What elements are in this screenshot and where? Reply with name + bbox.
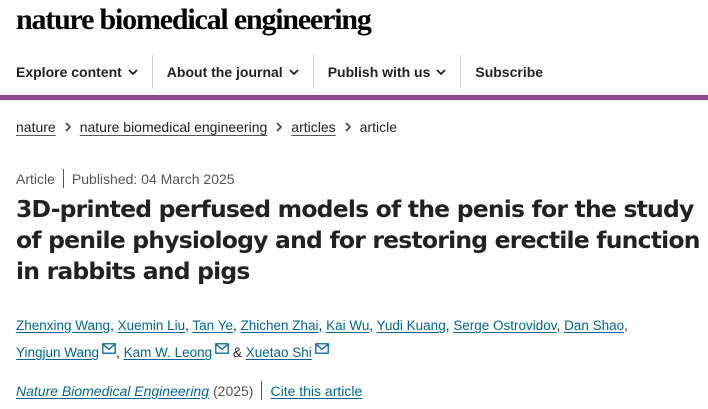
author-link[interactable]: Zhichen Zhai — [241, 318, 319, 333]
chevron-right-icon — [276, 122, 283, 132]
nav-explore-content[interactable]: Explore content — [16, 50, 138, 94]
author-separator: , — [556, 318, 561, 333]
chevron-down-icon — [128, 69, 138, 76]
publication-year: (2025) — [213, 382, 254, 399]
author-link[interactable]: Xuetao Shi — [246, 345, 312, 360]
author-entry: Yudi Kuang, — [377, 318, 450, 333]
author-entry: Xuemin Liu, — [118, 318, 189, 333]
nav-explore-content-label: Explore content — [16, 64, 122, 80]
author-entry: Kam W. Leong — [124, 343, 230, 360]
author-separator: , — [185, 318, 189, 333]
header-accent-bar — [0, 95, 708, 100]
mail-icon[interactable] — [102, 343, 116, 354]
author-separator: , — [116, 345, 120, 360]
breadcrumb-current: article — [359, 119, 397, 135]
author-link[interactable]: Zhenxing Wang — [16, 318, 110, 333]
published-date: Published: 04 March 2025 — [71, 170, 235, 187]
breadcrumb-articles[interactable]: articles — [291, 119, 335, 135]
article-meta: Article Published: 04 March 2025 — [16, 169, 235, 188]
author-entry: Tan Ye, — [192, 318, 236, 333]
author-link[interactable]: Kai Wu — [326, 318, 369, 333]
nav-divider — [151, 55, 153, 89]
author-link[interactable]: Kam W. Leong — [124, 345, 213, 360]
citation-divider — [261, 381, 263, 400]
author-joiner: & — [232, 345, 242, 360]
nav-about-the-journal-label: About the journal — [166, 64, 283, 80]
mail-icon[interactable] — [215, 343, 230, 354]
article-type: Article — [16, 170, 55, 187]
author-entry: Zhenxing Wang, — [16, 318, 114, 333]
journal-name-link[interactable]: Nature Biomedical Engineering — [16, 383, 209, 399]
author-separator: , — [232, 318, 237, 333]
citation-line: Nature Biomedical Engineering (2025) Cit… — [16, 381, 362, 400]
nav-publish-with-us[interactable]: Publish with us — [328, 50, 447, 94]
nav-divider — [312, 55, 314, 89]
chevron-right-icon — [345, 122, 351, 132]
author-separator: , — [445, 318, 450, 333]
author-link[interactable]: Dan Shao — [564, 318, 624, 333]
subscribe-link[interactable]: Subscribe — [475, 50, 543, 94]
breadcrumb-journal[interactable]: nature biomedical engineering — [80, 119, 268, 135]
author-link[interactable]: Yingjun Wang — [16, 345, 99, 360]
author-separator: , — [318, 318, 323, 333]
author-separator: , — [369, 318, 374, 333]
author-link[interactable]: Tan Ye — [192, 318, 233, 333]
author-entry: Zhichen Zhai, — [241, 318, 323, 333]
author-entry: Dan Shao, — [564, 318, 628, 333]
author-separator: , — [110, 318, 114, 333]
journal-logo[interactable]: nature biomedical engineering — [16, 3, 372, 37]
chevron-down-icon — [289, 69, 299, 76]
breadcrumb-nature[interactable]: nature — [16, 119, 56, 135]
author-entry: Yingjun Wang, — [16, 343, 120, 360]
author-link[interactable]: Yudi Kuang — [377, 318, 446, 333]
subscribe-label: Subscribe — [475, 64, 544, 80]
author-entry: Xuetao Shi — [246, 343, 329, 360]
nav-about-the-journal[interactable]: About the journal — [167, 50, 299, 94]
breadcrumb: nature nature biomedical engineering art… — [16, 119, 397, 135]
mail-icon[interactable] — [314, 343, 329, 354]
nav-publish-with-us-label: Publish with us — [327, 64, 431, 80]
chevron-down-icon — [436, 69, 446, 76]
nav-divider — [460, 55, 462, 89]
author-entry: Kai Wu, — [326, 318, 373, 333]
main-nav: Explore content About the journal Publis… — [0, 50, 708, 94]
author-list: Zhenxing Wang, Xuemin Liu, Tan Ye, Zhich… — [16, 312, 706, 366]
cite-this-article-link[interactable]: Cite this article — [270, 383, 362, 399]
author-link[interactable]: Xuemin Liu — [118, 318, 186, 333]
author-separator: , — [624, 318, 628, 333]
article-title: 3D-printed perfused models of the penis … — [16, 195, 701, 285]
meta-divider — [62, 169, 64, 188]
author-link[interactable]: Serge Ostrovidov — [453, 318, 556, 333]
author-entry: Serge Ostrovidov, — [453, 318, 560, 333]
chevron-right-icon — [65, 122, 71, 132]
